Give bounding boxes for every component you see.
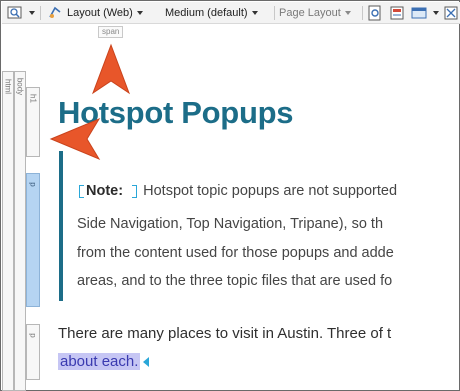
page-layout-label: Page Layout xyxy=(279,7,341,19)
note-line-3[interactable]: from the content used for those popups a… xyxy=(77,245,394,261)
page-layout-dropdown[interactable]: Page Layout xyxy=(279,5,351,21)
print-icon[interactable] xyxy=(389,5,405,21)
toolbar-separator xyxy=(362,6,363,20)
callout-arrow-left-icon xyxy=(49,117,101,161)
structure-bar-body[interactable]: body xyxy=(14,71,26,391)
tag-end-marker xyxy=(143,357,150,368)
note-label: Note: xyxy=(86,183,124,199)
callout-arrow-up-icon xyxy=(91,43,131,95)
body-paragraph-line-1[interactable]: There are many places to visit in Austin… xyxy=(58,325,391,342)
toolbar-separator xyxy=(274,6,275,20)
toolbar-separator xyxy=(40,6,41,20)
layout-dropdown-label: Layout (Web) xyxy=(67,7,133,19)
medium-dropdown-label: Medium (default) xyxy=(165,7,248,19)
view-dropdown[interactable] xyxy=(25,5,35,21)
structure-bar-p-selected[interactable]: p xyxy=(26,173,40,307)
note-border xyxy=(59,151,63,301)
structure-bar-html[interactable]: html xyxy=(2,71,14,391)
note-line-1[interactable]: Note: Hotspot topic popups are not suppo… xyxy=(77,183,397,199)
structure-bar-p-selected-label: p xyxy=(28,182,38,187)
tag-start-marker xyxy=(79,184,84,198)
structure-bar-p-lower-label: p xyxy=(28,333,38,338)
layout-dropdown[interactable]: Layout (Web) xyxy=(67,5,143,21)
structure-bar-html-label: html xyxy=(3,78,13,95)
structure-bar-h1[interactable]: h1 xyxy=(26,87,40,157)
selected-text[interactable]: about each. xyxy=(58,353,141,370)
toolbar: Layout (Web) Medium (default) Page Layou… xyxy=(2,2,460,24)
tag-end-marker xyxy=(132,184,138,198)
editor-window: Layout (Web) Medium (default) Page Layou… xyxy=(0,0,460,391)
structure-icon[interactable] xyxy=(443,5,459,21)
note-line-4[interactable]: areas, and to the three topic files that… xyxy=(77,273,392,289)
structure-bar-h1-label: h1 xyxy=(28,94,38,103)
span-tag-marker[interactable]: span xyxy=(98,26,124,38)
structure-bar-body-label: body xyxy=(15,77,25,96)
layout-icon xyxy=(47,5,63,21)
window-icon[interactable] xyxy=(411,5,427,21)
note-line-1-text: Hotspot topic popups are not supported xyxy=(143,183,398,199)
note-line-2[interactable]: Side Navigation, Top Navigation, Tripane… xyxy=(77,216,383,232)
structure-bar-p-lower[interactable]: p xyxy=(26,324,40,380)
preview-icon[interactable] xyxy=(367,5,383,21)
window-dropdown[interactable] xyxy=(429,5,439,21)
medium-dropdown[interactable]: Medium (default) xyxy=(165,5,258,21)
view-icon[interactable] xyxy=(7,5,23,21)
body-paragraph-line-2[interactable]: about each. xyxy=(58,353,150,370)
